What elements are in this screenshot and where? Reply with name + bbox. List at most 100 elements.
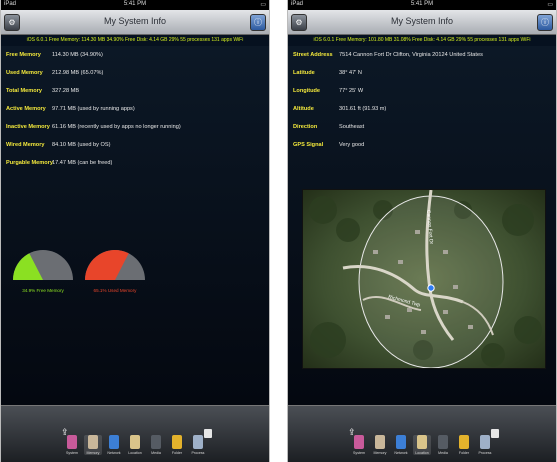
location-screen: iPad 5:41 PM ▭ ⚙ My System Info ⓘ iOS 6.…: [287, 0, 557, 462]
lock-icon[interactable]: [491, 429, 499, 438]
free-memory-gauge-svg: [13, 250, 73, 280]
tab-label: Memory: [86, 451, 100, 455]
info-row: Inactive Memory 61.16 MB (recently used b…: [1, 118, 269, 136]
info-button[interactable]: ⓘ: [537, 14, 553, 31]
nav-bar: ⚙ My System Info ⓘ: [288, 10, 556, 35]
info-row-value: Very good: [339, 142, 365, 148]
info-button[interactable]: ⓘ: [250, 14, 266, 31]
memory-content: Free Memory 114.30 MB (34.90%) Used Memory…: [1, 46, 269, 406]
tab-media[interactable]: Media: [434, 435, 452, 455]
free-memory-gauge-label: 34.9% Free Memory: [22, 288, 64, 293]
network-icon: [109, 435, 119, 449]
info-row: Purgable Memory 17.47 MB (can be freed): [1, 154, 269, 172]
map-svg: Cannon Fort Dr Richmond Twp: [303, 190, 545, 368]
tab-media[interactable]: Media: [147, 435, 165, 455]
tab-location[interactable]: Location: [413, 435, 431, 455]
tab-process[interactable]: Process: [189, 435, 207, 455]
tab-list: System Memory Network Location Media Folder Pr…: [63, 435, 207, 455]
tab-system[interactable]: System: [350, 435, 368, 455]
media-icon: [438, 435, 448, 449]
info-row-label: Active Memory: [6, 106, 46, 112]
clock-text: 5:41 PM: [123, 1, 147, 7]
info-row-value: 301.61 ft (91.93 m): [339, 106, 387, 112]
tab-process[interactable]: Process: [476, 435, 494, 455]
info-row-value: 38° 47' N: [339, 70, 362, 76]
satellite-map[interactable]: Cannon Fort Dr Richmond Twp: [302, 189, 546, 369]
tab-location[interactable]: Location: [126, 435, 144, 455]
battery-icon: ▭: [547, 2, 553, 8]
info-row: Total Memory 327.28 MB: [1, 82, 269, 100]
free-memory-gauge: 34.9% Free Memory: [11, 216, 75, 296]
tab-label: Folder: [458, 451, 470, 455]
summary-bar: iOS 6.0.1 Free Memory: 101.80 MB 31.08% …: [288, 35, 556, 46]
memory-icon: [375, 435, 385, 449]
tab-label: System: [353, 451, 365, 455]
tab-folder[interactable]: Folder: [455, 435, 473, 455]
tab-memory[interactable]: Memory: [84, 435, 102, 455]
location-icon: [130, 435, 140, 449]
info-row-value: 61.16 MB (recently used by apps no longe…: [52, 124, 181, 130]
tab-list: System Memory Network Location Media Folder Pr…: [350, 435, 494, 455]
info-row-label: Latitude: [293, 70, 315, 76]
tab-label: Location: [415, 451, 429, 455]
info-row-label: Longitude: [293, 88, 321, 94]
info-row-value: 97.71 MB (used by running apps): [52, 106, 135, 112]
tab-bar: ⇪ System Memory Network Location Media Folder…: [1, 405, 269, 462]
info-row-value: 114.30 MB (34.90%): [52, 52, 103, 58]
memory-screen: iPad 5:41 PM ▭ ⚙ My System Info ⓘ iOS 6.…: [0, 0, 270, 462]
tab-system[interactable]: System: [63, 435, 81, 455]
tab-bar: ⇪ System Memory Network Location Media Folder…: [288, 405, 556, 462]
info-row-value: 327.28 MB: [52, 88, 80, 94]
tab-network[interactable]: Network: [392, 435, 410, 455]
battery-icon: ▭: [260, 2, 266, 8]
info-row: Latitude 38° 47' N: [288, 64, 556, 82]
used-memory-gauge-label: 65.1% Used Memory: [93, 288, 137, 293]
system-icon: [354, 435, 364, 449]
location-dot: [427, 284, 435, 292]
status-bar: iPad 5:41 PM ▭: [288, 0, 556, 10]
tab-label: Media: [438, 451, 448, 455]
system-icon: [67, 435, 77, 449]
info-row-label: Inactive Memory: [6, 124, 50, 130]
network-icon: [396, 435, 406, 449]
tab-label: Media: [151, 451, 161, 455]
location-icon: [417, 435, 427, 449]
info-row-value: 17.47 MB (can be freed): [52, 160, 113, 166]
info-row-label: Used Memory: [6, 70, 43, 76]
info-row-label: Purgable Memory: [6, 160, 53, 166]
tab-label: Folder: [171, 451, 183, 455]
tab-label: Memory: [373, 451, 387, 455]
info-row: Altitude 301.61 ft (91.93 m): [288, 100, 556, 118]
tab-label: Network: [107, 451, 121, 455]
memory-icon: [88, 435, 98, 449]
clock-text: 5:41 PM: [410, 1, 434, 7]
tab-network[interactable]: Network: [105, 435, 123, 455]
folder-icon: [172, 435, 182, 449]
media-icon: [151, 435, 161, 449]
info-row-label: Altitude: [293, 106, 314, 112]
tab-memory[interactable]: Memory: [371, 435, 389, 455]
info-row: GPS Signal Very good: [288, 136, 556, 154]
status-bar: iPad 5:41 PM ▭: [1, 0, 269, 10]
tab-label: Location: [128, 451, 142, 455]
tab-label: Process: [191, 451, 205, 455]
info-row-value: 7514 Cannon Fort Dr Clifton, Virginia 20…: [339, 52, 483, 58]
info-row-value: 84.10 MB (used by OS): [52, 142, 111, 148]
info-row-label: Direction: [293, 124, 318, 130]
process-icon: [480, 435, 490, 449]
used-memory-gauge-svg: [85, 250, 145, 280]
info-row-label: GPS Signal: [293, 142, 324, 148]
info-row: Street Address 7514 Cannon Fort Dr Clifto…: [288, 46, 556, 64]
location-content: Street Address 7514 Cannon Fort Dr Clifto…: [288, 46, 556, 406]
lock-icon[interactable]: [204, 429, 212, 438]
info-row: Wired Memory 84.10 MB (used by OS): [1, 136, 269, 154]
tab-folder[interactable]: Folder: [168, 435, 186, 455]
info-row: Active Memory 97.71 MB (used by running a…: [1, 100, 269, 118]
page-title: My System Info: [103, 16, 166, 26]
info-row-label: Free Memory: [6, 52, 41, 58]
process-icon: [193, 435, 203, 449]
info-row-value: Southeast: [339, 124, 365, 130]
tab-label: Process: [478, 451, 492, 455]
info-row-label: Total Memory: [6, 88, 42, 94]
used-memory-gauge: 65.1% Used Memory: [83, 216, 147, 296]
